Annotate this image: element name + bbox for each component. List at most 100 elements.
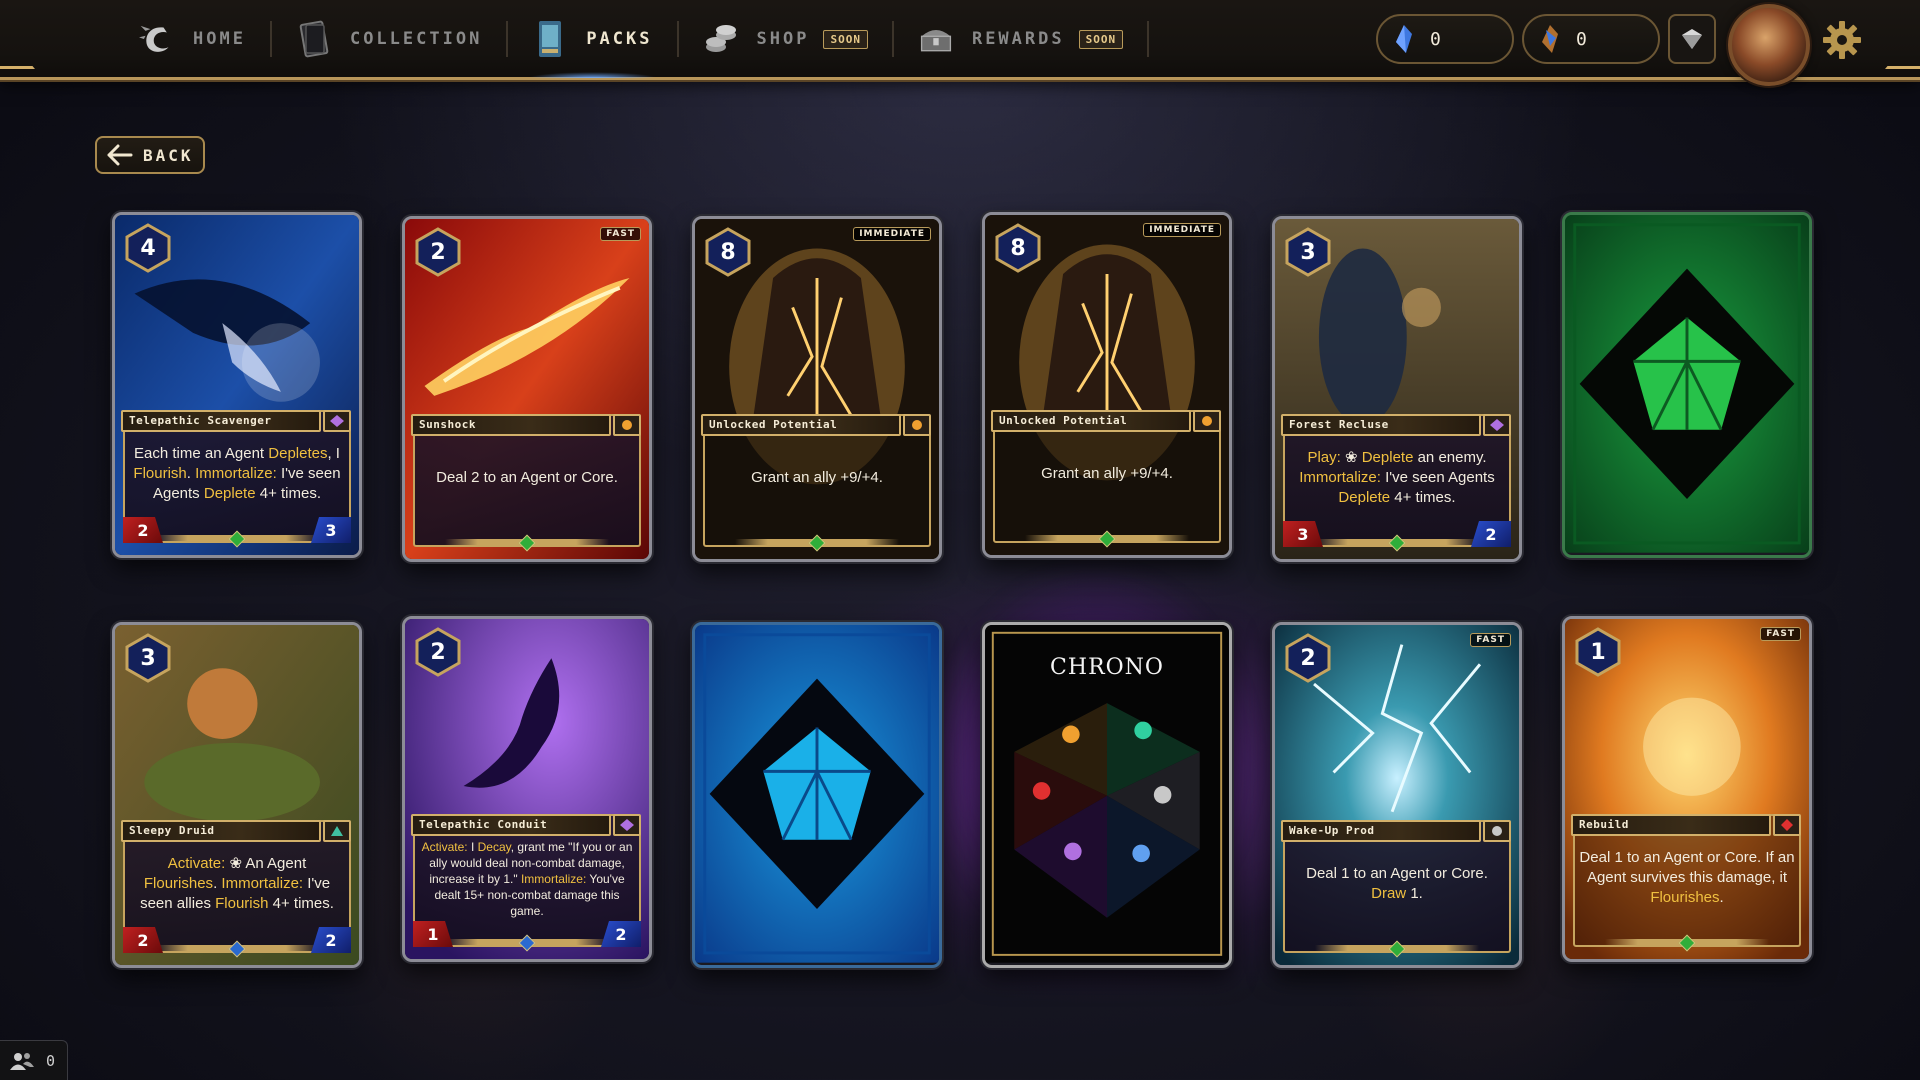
rules-segment: 4+ times. — [1390, 489, 1456, 506]
faction-icon — [1483, 414, 1511, 436]
dragon-logo-icon — [139, 19, 175, 59]
nav-home[interactable]: HOME — [115, 0, 270, 78]
rules-keyword: Draw — [1371, 885, 1407, 902]
card-unlocked-potential-2[interactable]: 8 IMMEDIATE Unlocked Potential Grant an … — [982, 212, 1232, 558]
faction-icon — [903, 414, 931, 436]
blue-shard-icon — [1396, 25, 1412, 53]
rules-segment: . — [1719, 889, 1724, 906]
nav-collection[interactable]: COLLECTION — [272, 0, 506, 78]
card-book-icon — [296, 19, 332, 59]
faction-icon — [613, 414, 641, 436]
rules-text: Each time an Agent Depletes, I Flourish.… — [129, 444, 345, 504]
cost-badge: 3 — [1283, 227, 1333, 277]
rules-keyword: Deplete — [1338, 489, 1391, 506]
card-rules-text: Grant an ally +9/+4. — [999, 437, 1215, 511]
card-name: Telepathic Conduit — [411, 814, 611, 836]
rules-text: Grant an ally +9/+4. — [751, 468, 883, 488]
speed-tag: IMMEDIATE — [853, 227, 931, 241]
rules-keyword: Flourish — [215, 895, 269, 912]
card-cost: 1 — [1590, 639, 1606, 665]
card-rules-text: Each time an Agent Depletes, I Flourish.… — [129, 437, 345, 511]
card-forest-recluse[interactable]: 3 Forest Recluse Play: ❀ Deplete an enem… — [1272, 216, 1522, 562]
bronze-shard-icon — [1542, 25, 1558, 53]
green-card-back — [1565, 215, 1809, 553]
card-telepathic-conduit[interactable]: 2 Telepathic Conduit Activate: I Decay, … — [402, 616, 652, 962]
card-wake-up-prod[interactable]: 2 FAST Wake-Up Prod Deal 1 to an Agent o… — [1272, 622, 1522, 968]
rules-segment: . — [186, 465, 196, 482]
nav-label: PACKS — [586, 29, 653, 49]
card-cost: 3 — [140, 645, 156, 671]
cost-badge: 8 — [993, 223, 1043, 273]
rules-keyword: Deplete — [203, 485, 256, 502]
back-label: BACK — [143, 145, 194, 165]
currency-value: 0 — [1576, 28, 1587, 50]
currency-blue[interactable]: 0 — [1376, 14, 1514, 64]
users-icon — [10, 1052, 34, 1070]
card-cost: 2 — [430, 639, 446, 665]
card-back-green[interactable] — [1562, 212, 1812, 558]
rules-keyword: Immortalize: — [195, 465, 277, 482]
card-back-chrono[interactable]: CHRONO — [982, 622, 1232, 968]
blue-card-back — [695, 625, 939, 963]
soon-badge: SOON — [823, 29, 868, 49]
rules-keyword: Immortalize: — [221, 875, 304, 892]
rules-keyword: Activate: — [421, 840, 468, 854]
card-sunshock[interactable]: 2 FAST Sunshock Deal 2 to an Agent or Co… — [402, 216, 652, 562]
rules-text: Deal 1 to an Agent or Core. Draw 1. — [1289, 864, 1505, 904]
rules-keyword: Deplete — [1361, 449, 1414, 466]
player-avatar[interactable] — [1728, 4, 1810, 86]
rules-segment: Deal 1 to an Agent or Core. — [1306, 865, 1488, 882]
card-name: Sleepy Druid — [121, 820, 321, 842]
bar-trim-left — [0, 66, 48, 84]
main-nav: HOME COLLECTION PACKS SHOP SOON REWARDS … — [115, 0, 1150, 78]
coins-icon — [703, 19, 739, 59]
rules-keyword: Immortalize: — [520, 872, 587, 886]
cost-badge: 2 — [413, 627, 463, 677]
rules-segment: Each time an Agent — [134, 445, 269, 462]
card-name: Rebuild — [1571, 814, 1771, 836]
cost-badge: 2 — [413, 227, 463, 277]
card-back-blue[interactable] — [692, 622, 942, 968]
gem-store-button[interactable] — [1668, 14, 1716, 64]
card-rules-text: Play: ❀ Deplete an enemy. Immortalize: I… — [1289, 441, 1505, 515]
speed-tag: FAST — [600, 227, 641, 241]
arrow-left-icon — [107, 144, 133, 166]
chrono-logo: CHRONO — [1050, 655, 1164, 680]
card-name: Sunshock — [411, 414, 611, 436]
card-rebuild[interactable]: 1 FAST Rebuild Deal 1 to an Agent or Cor… — [1562, 616, 1812, 962]
faction-icon — [1483, 820, 1511, 842]
soon-badge: SOON — [1078, 29, 1124, 49]
speed-tag: IMMEDIATE — [1143, 223, 1221, 237]
card-cost: 2 — [430, 239, 446, 265]
card-sleepy-druid[interactable]: 3 Sleepy Druid Activate: ❀ An Agent Flou… — [112, 622, 362, 968]
faction-icon — [323, 820, 351, 842]
card-rules-text: Deal 1 to an Agent or Core. If an Agent … — [1579, 841, 1795, 915]
rules-segment: Grant an ally +9/+4. — [1041, 465, 1173, 482]
chest-icon — [918, 19, 954, 59]
gear-icon[interactable] — [1820, 18, 1864, 62]
rules-text: Deal 2 to an Agent or Core. — [436, 468, 618, 488]
rules-text: Play: ❀ Deplete an enemy. Immortalize: I… — [1289, 448, 1505, 508]
cost-badge: 4 — [123, 223, 173, 273]
nav-label: COLLECTION — [349, 29, 483, 49]
online-players-counter[interactable]: 0 — [0, 1040, 68, 1080]
nav-label: HOME — [193, 29, 246, 49]
card-unlocked-potential-1[interactable]: 8 IMMEDIATE Unlocked Potential Grant an … — [692, 216, 942, 562]
rules-text: Grant an ally +9/+4. — [1041, 464, 1173, 484]
rules-segment: Grant an ally +9/+4. — [751, 469, 883, 486]
rules-segment: ❀ An Agent — [225, 855, 307, 872]
rules-keyword: Immortalize: — [1299, 469, 1381, 486]
card-telepathic-scavenger[interactable]: 4 Telepathic Scavenger Each time an Agen… — [112, 212, 362, 558]
faction-icon — [613, 814, 641, 836]
card-name: Unlocked Potential — [991, 410, 1191, 432]
card-cost: 8 — [720, 239, 736, 265]
nav-shop[interactable]: SHOP SOON — [679, 0, 892, 78]
rules-keyword: Activate: — [167, 855, 226, 872]
cost-badge: 1 — [1573, 627, 1623, 677]
currency-bronze[interactable]: 0 — [1522, 14, 1660, 64]
back-button[interactable]: BACK — [95, 136, 205, 174]
nav-rewards[interactable]: REWARDS SOON — [894, 0, 1147, 78]
rules-segment: Deal 2 to an Agent or Core. — [436, 469, 618, 486]
rules-segment: 4+ times. — [255, 485, 322, 502]
nav-packs[interactable]: PACKS — [508, 0, 676, 78]
